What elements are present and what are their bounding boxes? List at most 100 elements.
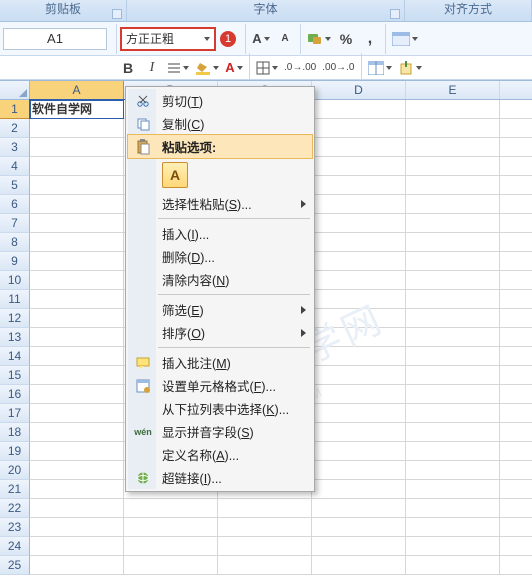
cell[interactable]	[312, 271, 406, 290]
cell[interactable]	[406, 499, 500, 518]
row-header[interactable]: 5	[0, 176, 30, 195]
row-header[interactable]: 15	[0, 366, 30, 385]
row-header[interactable]: 20	[0, 461, 30, 480]
borders-button[interactable]	[256, 59, 278, 77]
insert-cells-button[interactable]	[398, 59, 422, 77]
font-name-combo[interactable]: 方正正粗	[120, 27, 216, 51]
menu-show-pinyin[interactable]: wén 显示拼音字段(S)	[128, 420, 312, 443]
fill-color-button[interactable]	[195, 59, 219, 77]
menu-delete[interactable]: 删除(D)...	[128, 245, 312, 268]
cell[interactable]	[406, 233, 500, 252]
cell[interactable]	[406, 385, 500, 404]
row-header[interactable]: 9	[0, 252, 30, 271]
row-header[interactable]: 21	[0, 480, 30, 499]
cell[interactable]	[312, 100, 406, 119]
cell[interactable]	[500, 385, 532, 404]
cell[interactable]	[406, 252, 500, 271]
cell[interactable]	[406, 537, 500, 556]
cell[interactable]	[500, 347, 532, 366]
cell[interactable]	[500, 537, 532, 556]
cell[interactable]	[406, 480, 500, 499]
select-all-corner[interactable]	[0, 81, 30, 99]
menu-paste-options-header[interactable]: 粘贴选项:	[128, 135, 312, 158]
name-box[interactable]: A1	[3, 28, 107, 50]
cell[interactable]	[500, 157, 532, 176]
cell[interactable]	[500, 271, 532, 290]
cell[interactable]	[500, 366, 532, 385]
cell[interactable]	[406, 290, 500, 309]
cell[interactable]	[312, 309, 406, 328]
decrease-font-button[interactable]: A	[276, 30, 294, 48]
cell[interactable]	[406, 347, 500, 366]
cell[interactable]	[124, 556, 218, 575]
cell[interactable]	[30, 404, 124, 423]
menu-sort[interactable]: 排序(O)	[128, 321, 312, 344]
cell[interactable]	[312, 480, 406, 499]
percent-button[interactable]: %	[337, 30, 355, 48]
menu-insert-comment[interactable]: 插入批注(M)	[128, 351, 312, 374]
row-header[interactable]: 19	[0, 442, 30, 461]
cell[interactable]	[312, 442, 406, 461]
cell[interactable]	[30, 461, 124, 480]
cell[interactable]	[406, 442, 500, 461]
cell[interactable]	[406, 138, 500, 157]
column-header[interactable]: D	[312, 81, 406, 99]
row-header[interactable]: 23	[0, 518, 30, 537]
cell[interactable]	[500, 290, 532, 309]
cell[interactable]	[312, 328, 406, 347]
cell[interactable]	[30, 214, 124, 233]
format-as-table-button[interactable]	[368, 59, 392, 77]
cell[interactable]	[30, 385, 124, 404]
menu-filter[interactable]: 筛选(E)	[128, 298, 312, 321]
cell[interactable]	[500, 518, 532, 537]
menu-cut[interactable]: 剪切(T)	[128, 89, 312, 112]
italic-button[interactable]: I	[143, 59, 161, 77]
cell[interactable]	[30, 480, 124, 499]
menu-clear-contents[interactable]: 清除内容(N)	[128, 268, 312, 291]
row-header[interactable]: 2	[0, 119, 30, 138]
cell[interactable]	[312, 290, 406, 309]
bold-button[interactable]: B	[119, 59, 137, 77]
cell[interactable]	[406, 271, 500, 290]
cell[interactable]	[500, 100, 532, 119]
cell[interactable]	[500, 328, 532, 347]
increase-font-button[interactable]: A	[252, 30, 270, 48]
cell[interactable]	[500, 176, 532, 195]
column-header[interactable]: E	[406, 81, 500, 99]
cell[interactable]	[500, 499, 532, 518]
font-dialog-launcher[interactable]	[390, 9, 400, 19]
cell[interactable]	[500, 442, 532, 461]
cell[interactable]	[124, 537, 218, 556]
cell[interactable]	[30, 271, 124, 290]
cell[interactable]	[30, 423, 124, 442]
cell[interactable]	[406, 461, 500, 480]
row-header[interactable]: 17	[0, 404, 30, 423]
menu-copy[interactable]: 复制(C)	[128, 112, 312, 135]
row-header[interactable]: 8	[0, 233, 30, 252]
decrease-decimal-button[interactable]: .00→.0	[322, 59, 354, 77]
cell[interactable]	[30, 347, 124, 366]
menu-format-cells[interactable]: 设置单元格格式(F)...	[128, 374, 312, 397]
cell[interactable]	[406, 518, 500, 537]
font-color-button[interactable]: A	[225, 59, 243, 77]
cell[interactable]	[218, 518, 312, 537]
cell[interactable]	[30, 518, 124, 537]
cell[interactable]	[30, 138, 124, 157]
menu-paste-special[interactable]: 选择性粘贴(S)...	[128, 192, 312, 215]
row-header[interactable]: 22	[0, 499, 30, 518]
cell[interactable]	[124, 499, 218, 518]
cell[interactable]	[124, 518, 218, 537]
cell[interactable]	[218, 537, 312, 556]
cell[interactable]	[30, 176, 124, 195]
column-header[interactable]: F	[500, 81, 532, 99]
number-format-button[interactable]	[307, 30, 331, 48]
cell[interactable]: 软件自学网	[30, 100, 124, 119]
cell[interactable]	[312, 233, 406, 252]
cell[interactable]	[406, 556, 500, 575]
cell[interactable]	[30, 556, 124, 575]
cell[interactable]	[312, 518, 406, 537]
row-header[interactable]: 16	[0, 385, 30, 404]
column-header[interactable]: A	[30, 81, 124, 99]
cell[interactable]	[312, 537, 406, 556]
paste-keep-source-formatting-button[interactable]: A	[162, 162, 188, 188]
